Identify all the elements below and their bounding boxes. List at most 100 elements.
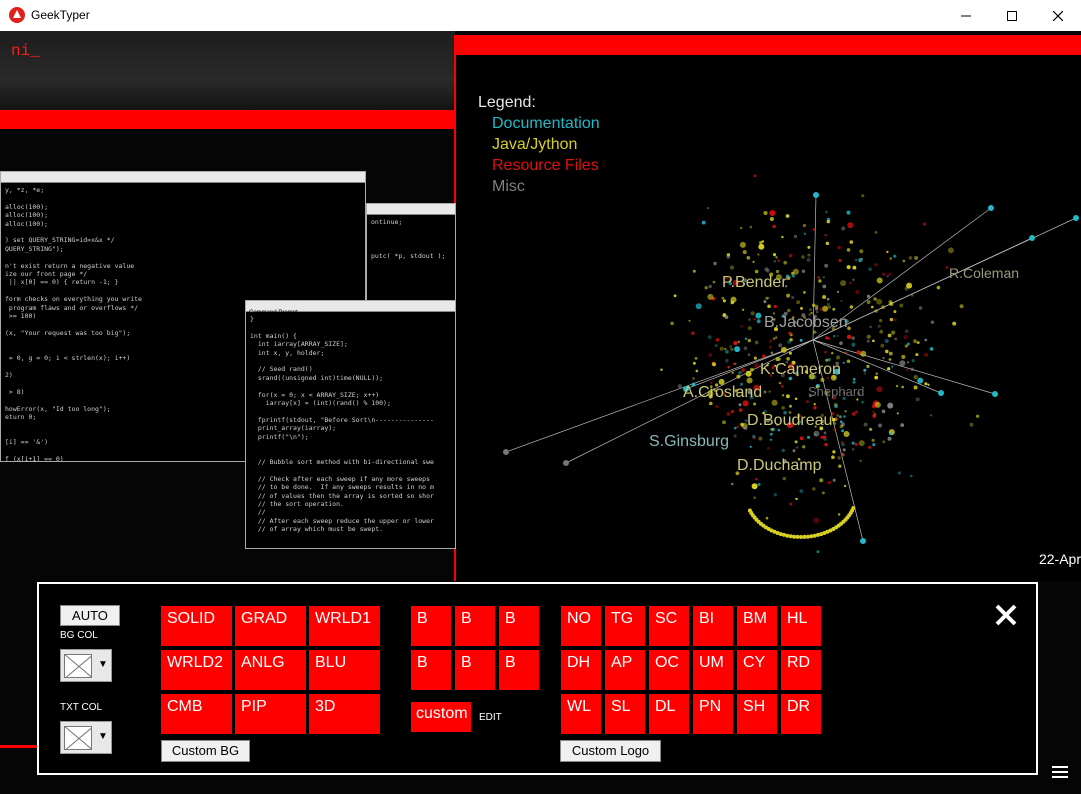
file-node bbox=[846, 265, 851, 270]
color-swatch-icon bbox=[64, 726, 92, 750]
file-node bbox=[832, 450, 836, 454]
terminal-window-2: ontinue; putc( *p, stdout ); (int)rand( bbox=[366, 203, 456, 305]
logo-um-button[interactable]: UM bbox=[693, 650, 733, 690]
text-color-picker[interactable]: ▼ bbox=[60, 721, 112, 754]
close-panel-icon[interactable] bbox=[993, 602, 1019, 628]
hamburger-menu-icon[interactable] bbox=[1052, 766, 1068, 778]
file-node bbox=[783, 260, 787, 265]
file-node bbox=[866, 339, 870, 343]
b-button[interactable]: B bbox=[411, 650, 451, 690]
bg-wrld2-button[interactable]: WRLD2 bbox=[161, 650, 232, 690]
file-node bbox=[805, 534, 810, 539]
contributor-label: P.Bender bbox=[722, 274, 787, 291]
maximize-button[interactable] bbox=[989, 0, 1035, 31]
file-node bbox=[859, 459, 862, 462]
logo-no-button[interactable]: NO bbox=[561, 606, 601, 646]
file-node bbox=[715, 338, 720, 342]
terminal-titlebar: Command Prompt bbox=[246, 301, 455, 316]
logo-bm-button[interactable]: BM bbox=[737, 606, 777, 646]
b-button[interactable]: B bbox=[455, 650, 495, 690]
file-node bbox=[823, 431, 827, 435]
custom-bg-button[interactable]: Custom BG bbox=[161, 740, 250, 762]
file-node bbox=[906, 282, 913, 289]
logo-sc-button[interactable]: SC bbox=[649, 606, 689, 646]
custom-button[interactable]: custom bbox=[411, 702, 471, 732]
file-node bbox=[879, 319, 883, 323]
file-node bbox=[825, 241, 830, 246]
file-node bbox=[772, 253, 777, 257]
file-node bbox=[770, 351, 774, 355]
bg-pip-button[interactable]: PIP bbox=[235, 694, 306, 734]
file-node bbox=[802, 224, 807, 228]
logo-hl-button[interactable]: HL bbox=[781, 606, 821, 646]
b-button[interactable]: B bbox=[455, 606, 495, 646]
file-node bbox=[753, 402, 757, 406]
bg-anlg-button[interactable]: ANLG bbox=[235, 650, 306, 690]
file-node bbox=[816, 550, 820, 554]
file-node bbox=[913, 375, 918, 380]
logo-dh-button[interactable]: DH bbox=[561, 650, 601, 690]
file-node bbox=[740, 422, 744, 427]
file-node bbox=[773, 493, 777, 497]
file-node bbox=[874, 375, 879, 380]
logo-bi-button[interactable]: BI bbox=[693, 606, 733, 646]
file-node bbox=[852, 448, 855, 451]
file-node bbox=[839, 424, 844, 429]
file-node bbox=[893, 310, 897, 314]
b-button[interactable]: B bbox=[499, 606, 539, 646]
file-node bbox=[827, 305, 831, 309]
file-node bbox=[773, 304, 777, 309]
file-node bbox=[878, 423, 882, 428]
file-node bbox=[887, 333, 892, 338]
file-node bbox=[874, 309, 878, 313]
bg-3d-button[interactable]: 3D bbox=[309, 694, 380, 734]
file-node bbox=[726, 411, 731, 417]
logo-sl-button[interactable]: SL bbox=[605, 694, 645, 734]
logo-oc-button[interactable]: OC bbox=[649, 650, 689, 690]
file-node bbox=[812, 533, 817, 538]
file-node bbox=[799, 339, 803, 342]
edit-link[interactable]: EDIT bbox=[479, 712, 502, 723]
auto-button[interactable]: AUTO bbox=[60, 605, 120, 626]
file-node bbox=[781, 235, 784, 239]
contributor-label: K.Cameron bbox=[760, 361, 841, 378]
file-node bbox=[724, 347, 727, 351]
file-node bbox=[750, 367, 754, 372]
custom-logo-button[interactable]: Custom Logo bbox=[560, 740, 661, 762]
bg-color-picker[interactable]: ▼ bbox=[60, 649, 112, 682]
file-node bbox=[747, 353, 751, 357]
bg-grad-button[interactable]: GRAD bbox=[235, 606, 306, 646]
logo-tg-button[interactable]: TG bbox=[605, 606, 645, 646]
bg-cmb-button[interactable]: CMB bbox=[161, 694, 232, 734]
file-node bbox=[768, 390, 771, 393]
file-node bbox=[827, 480, 832, 485]
file-node bbox=[887, 404, 891, 408]
file-node bbox=[880, 343, 885, 348]
b-button[interactable]: B bbox=[499, 650, 539, 690]
logo-wl-button[interactable]: WL bbox=[561, 694, 601, 734]
logo-ap-button[interactable]: AP bbox=[605, 650, 645, 690]
file-node bbox=[881, 305, 885, 310]
logo-sh-button[interactable]: SH bbox=[737, 694, 777, 734]
file-node bbox=[807, 245, 811, 249]
file-node bbox=[747, 338, 751, 343]
minimize-button[interactable] bbox=[943, 0, 989, 31]
file-node bbox=[899, 360, 906, 367]
file-node bbox=[891, 330, 896, 335]
logo-cy-button[interactable]: CY bbox=[737, 650, 777, 690]
b-button[interactable]: B bbox=[411, 606, 451, 646]
file-node bbox=[740, 226, 743, 230]
logo-dl-button[interactable]: DL bbox=[649, 694, 689, 734]
logo-dr-button[interactable]: DR bbox=[781, 694, 821, 734]
file-node bbox=[769, 210, 776, 216]
bg-blu-button[interactable]: BLU bbox=[309, 650, 380, 690]
bg-wrld1-button[interactable]: WRLD1 bbox=[309, 606, 380, 646]
file-node bbox=[992, 391, 998, 397]
logo-pn-button[interactable]: PN bbox=[693, 694, 733, 734]
logo-rd-button[interactable]: RD bbox=[781, 650, 821, 690]
bg-solid-button[interactable]: SOLID bbox=[161, 606, 232, 646]
file-node bbox=[820, 435, 824, 439]
file-node bbox=[888, 272, 892, 276]
close-window-button[interactable] bbox=[1035, 0, 1081, 31]
file-node bbox=[815, 310, 819, 314]
